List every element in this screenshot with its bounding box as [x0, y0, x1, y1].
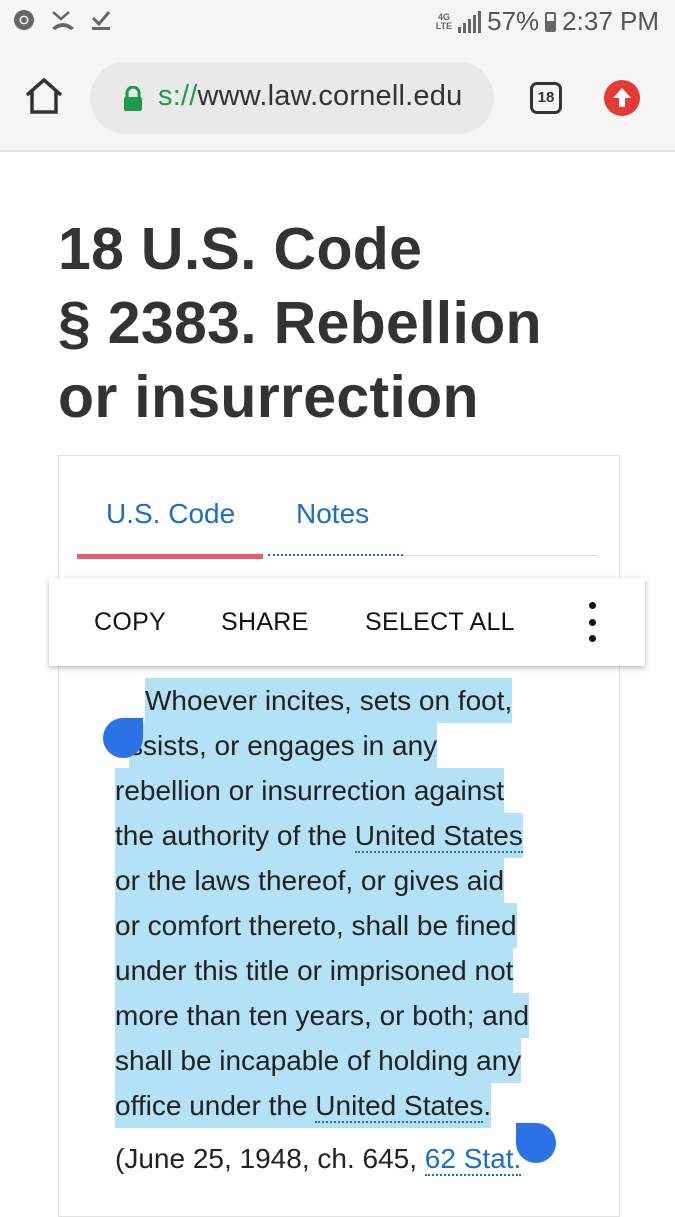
united-states-link[interactable]: United States: [354, 820, 523, 853]
battery-percent: 57%: [487, 6, 540, 36]
share-button[interactable]: SHARE: [221, 608, 309, 637]
lock-icon: [124, 86, 142, 111]
source-credit: (June 25, 1948, ch. 645, 62 Stat.: [115, 1136, 522, 1181]
update-button[interactable]: [604, 80, 640, 116]
title-line: 18 U.S. Code: [58, 216, 423, 282]
more-options-icon[interactable]: [587, 602, 597, 642]
text-line: the authority of the United States: [115, 813, 523, 858]
active-tab-indicator: [77, 554, 263, 559]
tab-notes[interactable]: Notes: [296, 498, 369, 530]
home-icon[interactable]: [22, 76, 66, 116]
battery-icon: [545, 11, 557, 32]
text-line: rebellion or insurrection against: [115, 768, 505, 813]
selection-start-handle[interactable]: [103, 718, 143, 758]
copy-button[interactable]: COPY: [94, 608, 166, 637]
text-fragment: .: [483, 1090, 492, 1121]
browser-toolbar: s://www.law.cornell.edu 18: [0, 44, 675, 152]
text-fragment: (June 25, 1948, ch. 645,: [115, 1143, 425, 1174]
title-line: or insurrection: [58, 364, 479, 430]
tab-switcher-button[interactable]: 18: [530, 82, 562, 114]
select-all-button[interactable]: SELECT ALL: [365, 608, 515, 637]
text-line: or comfort thereto, shall be fined: [115, 903, 517, 948]
text-line: shall be incapable of holding any: [115, 1038, 522, 1083]
text-fragment: office under the: [115, 1090, 316, 1121]
url-text[interactable]: s://www.law.cornell.edu: [158, 80, 462, 113]
address-bar[interactable]: s://www.law.cornell.edu: [90, 62, 494, 134]
text-fragment: the authority of the: [115, 820, 355, 851]
statute-text[interactable]: Whoever incites, sets on foot, ssists, o…: [115, 678, 575, 1181]
text-line: Whoever incites, sets on foot,: [145, 678, 513, 723]
notes-tab-underline: [268, 554, 403, 556]
notification-icons: [12, 8, 112, 32]
page-title: 18 U.S. Code § 2383. Rebellion or insurr…: [58, 212, 658, 434]
text-line: office under the United States.: [115, 1083, 492, 1128]
download-done-icon: [91, 11, 111, 30]
system-status: 4G LTE 57% 2:37 PM: [436, 6, 659, 37]
text-line: under this title or imprisoned not: [115, 948, 514, 993]
signal-icon: [458, 10, 482, 33]
status-bar: 4G LTE 57% 2:37 PM: [0, 0, 675, 44]
text-line: ssists, or engages in any: [129, 723, 438, 768]
text-selection-menu: COPY SHARE SELECT ALL: [49, 578, 645, 666]
selection-end-handle[interactable]: [516, 1123, 556, 1163]
stat-link[interactable]: 62 Stat.: [424, 1143, 522, 1176]
text-line: or the laws thereof, or gives aid: [115, 858, 505, 903]
text-line: more than ten years, or both; and: [115, 993, 530, 1038]
tab-divider: [403, 555, 598, 556]
title-line: § 2383. Rebellion: [58, 290, 542, 356]
network-type: 4G LTE: [435, 11, 453, 31]
chrome-icon: [14, 10, 34, 30]
united-states-link[interactable]: United States: [315, 1090, 484, 1123]
clock: 2:37 PM: [562, 6, 659, 36]
tab-us-code[interactable]: U.S. Code: [106, 498, 235, 530]
arrow-up-icon: [613, 88, 631, 107]
missed-call-icon: [52, 11, 74, 30]
